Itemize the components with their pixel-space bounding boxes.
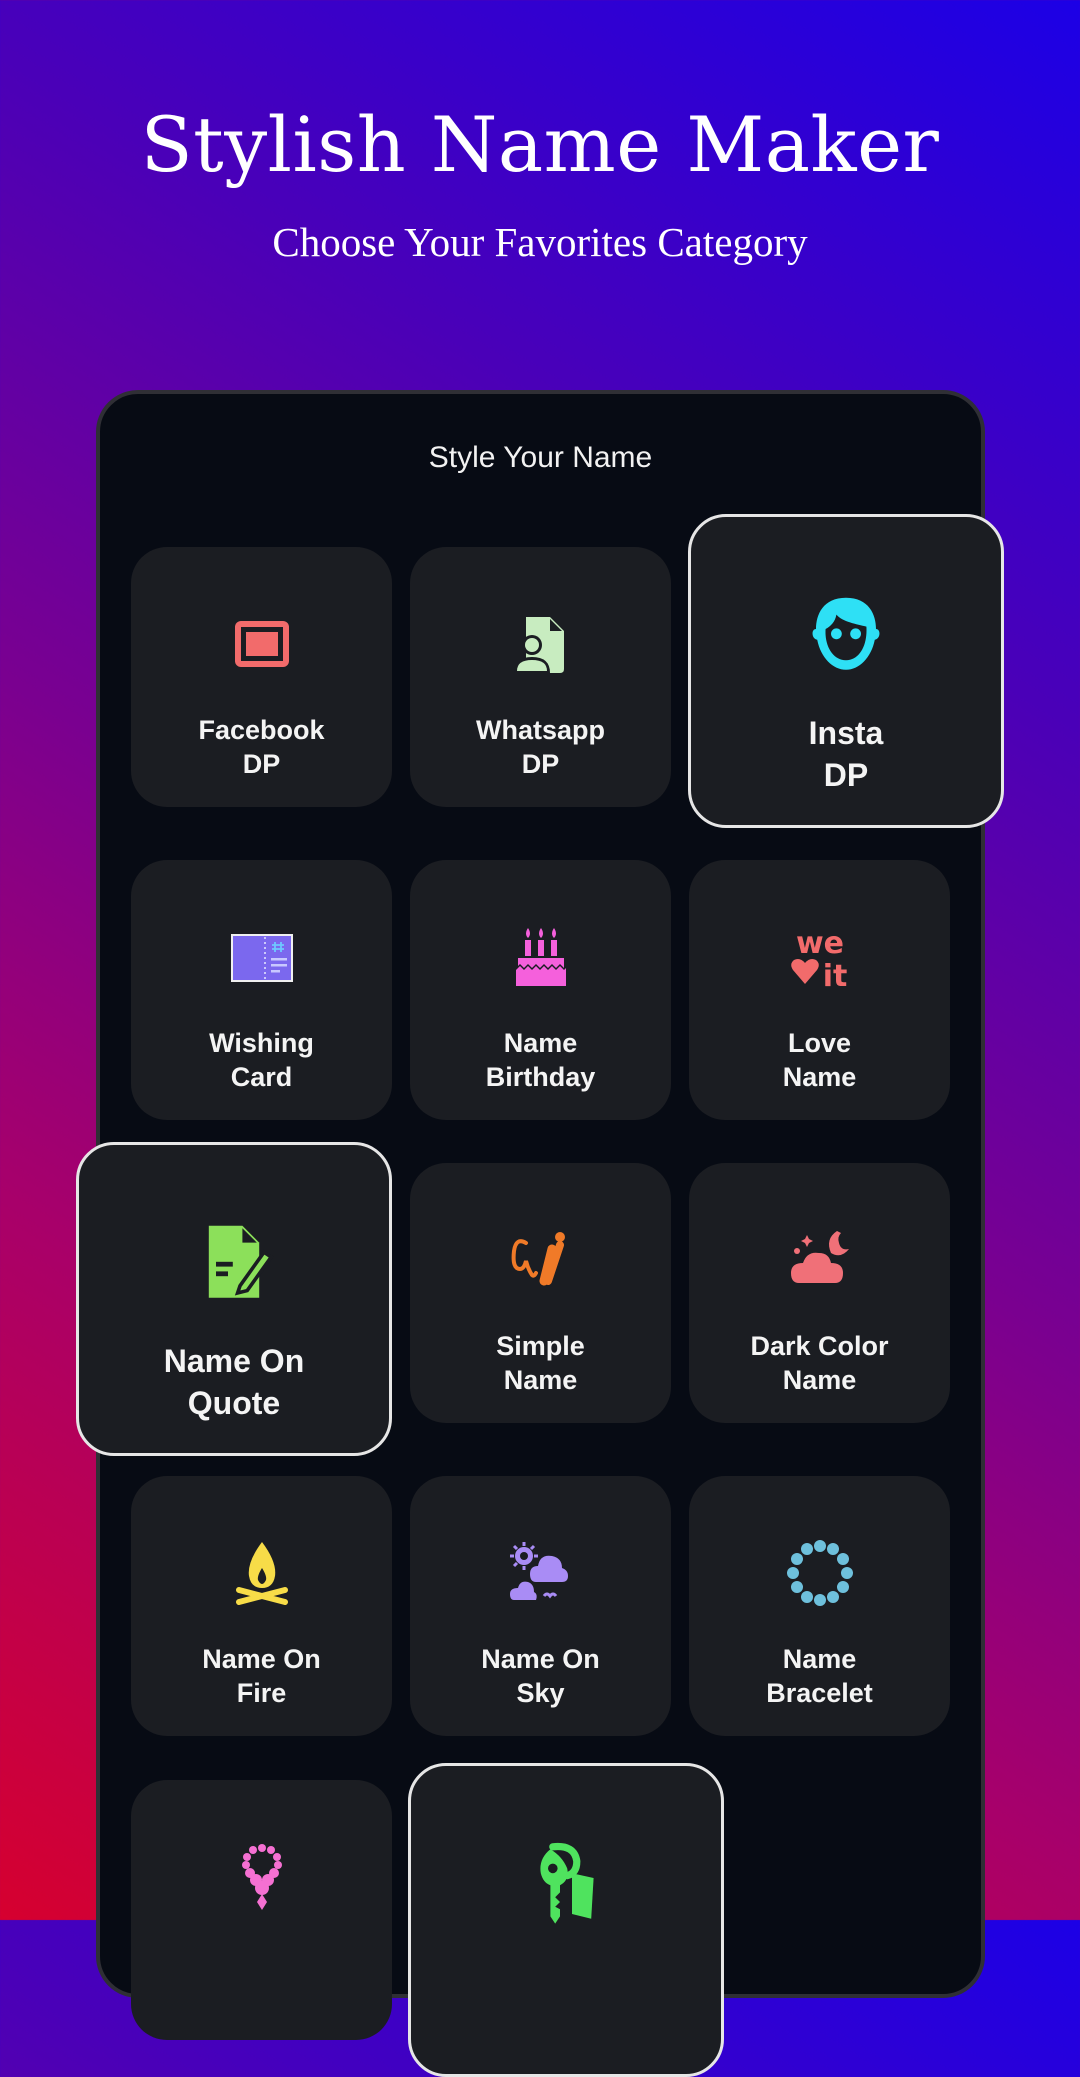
category-label: Name Birthday [485,1028,596,1092]
greeting-card-icon [227,922,297,992]
category-card-wishing-card[interactable]: Wishing Card [131,860,392,1120]
category-label: Insta DP [808,715,884,793]
category-card-facebook-dp[interactable]: Facebook DP [131,547,392,807]
keychain-icon [524,1842,608,1926]
category-label: Name On Sky [481,1644,600,1708]
category-card-simple-name[interactable]: Simple Name [410,1163,671,1423]
picture-frame-icon [227,609,297,679]
category-label: Name On Quote [163,1343,305,1421]
app-title: Stylish Name Maker [140,100,940,189]
category-label: Love Name [782,1028,857,1092]
category-label: Whatsapp DP [475,715,605,779]
category-label: Wishing Card [209,1028,314,1092]
category-card-whatsapp-dp[interactable]: Whatsapp DP [410,547,671,807]
quote-edit-icon [192,1221,276,1305]
category-card-insta-dp[interactable]: Insta DP [688,514,1004,828]
panel-title: Style Your Name [428,441,653,474]
category-card-love-name[interactable]: we it Love Name [689,860,950,1120]
category-label [411,1961,721,2003]
category-label: Name Bracelet [766,1644,873,1708]
signature-icon [506,1225,576,1295]
category-card-name-on-quote[interactable]: Name On Quote [76,1142,392,1456]
category-card-keychain[interactable] [408,1763,724,2077]
category-card-dark-color-name[interactable]: Dark Color Name [689,1163,950,1423]
svg-text:we: we [795,926,843,961]
category-card-name-on-fire[interactable]: Name On Fire [131,1476,392,1736]
contact-file-icon [506,609,576,679]
category-card-name-on-sky[interactable]: Name On Sky [410,1476,671,1736]
night-cloud-icon [785,1225,855,1295]
boy-face-icon [804,593,888,677]
category-label: Simple Name [496,1331,585,1395]
category-card-necklace[interactable] [131,1780,392,2040]
sky-weather-icon [506,1538,576,1608]
necklace-icon [227,1842,297,1912]
birthday-cake-icon [506,922,576,992]
category-card-name-birthday[interactable]: Name Birthday [410,860,671,1120]
category-label [131,1946,392,1980]
category-label: Name On Fire [202,1644,321,1708]
we-love-it-icon: we it [785,922,855,992]
app-subtitle: Choose Your Favorites Category [272,219,808,265]
category-card-name-bracelet[interactable]: Name Bracelet [689,1476,950,1736]
category-label: Facebook DP [198,715,325,779]
campfire-icon [227,1538,297,1608]
bracelet-icon [785,1538,855,1608]
svg-text:it: it [822,959,847,992]
category-label: Dark Color Name [750,1331,889,1395]
